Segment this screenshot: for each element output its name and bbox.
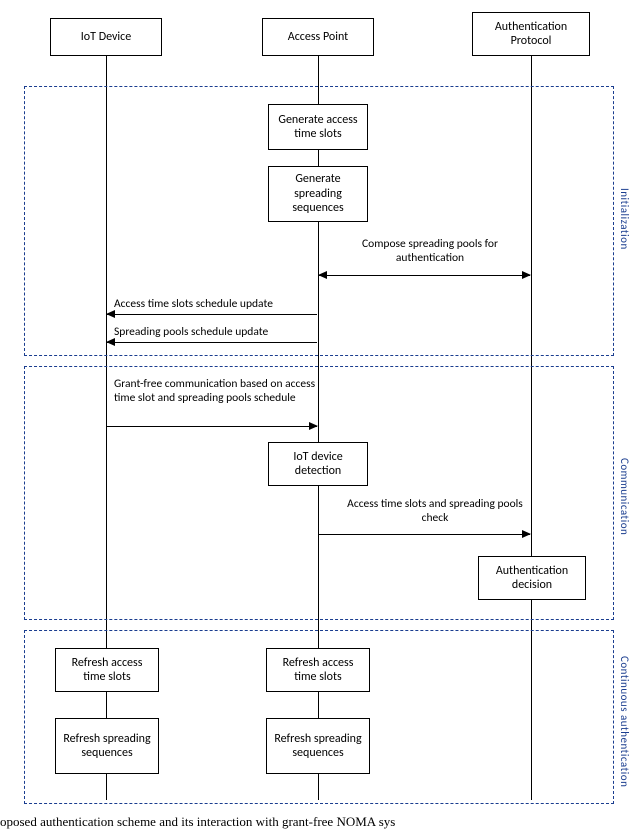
- step-text: Refresh spreading sequences: [60, 732, 154, 761]
- step-text: Refresh access time slots: [60, 656, 154, 685]
- step-refresh-seq-iot: Refresh spreading sequences: [55, 718, 159, 774]
- arrowhead-left-icon: [318, 271, 327, 279]
- step-text: Refresh spreading sequences: [271, 732, 365, 761]
- actor-auth: Authentication Protocol: [472, 12, 590, 56]
- phase-label-cont: Continuous authentication: [618, 656, 631, 787]
- actor-ap: Access Point: [262, 18, 374, 56]
- msg-pools-check: Access time slots and spreading pools ch…: [340, 498, 530, 526]
- step-text: Generate spreading sequences: [273, 172, 363, 215]
- step-text: IoT device detection: [273, 450, 363, 479]
- phase-label-comm: Communication: [618, 458, 631, 535]
- phase-label-init: Initialization: [618, 188, 631, 250]
- step-text: Generate access time slots: [273, 113, 363, 142]
- step-refresh-slots-iot: Refresh access time slots: [55, 648, 159, 692]
- step-refresh-slots-ap: Refresh access time slots: [266, 648, 370, 692]
- msg-pools-update: Spreading pools schedule update: [114, 326, 334, 340]
- arrow-pools-check: [319, 534, 530, 535]
- step-iot-detect: IoT device detection: [268, 442, 368, 486]
- step-text: Refresh access time slots: [271, 656, 365, 685]
- arrowhead-right-icon: [522, 271, 531, 279]
- step-generate-seq: Generate spreading sequences: [268, 166, 368, 222]
- arrowhead-right-icon: [522, 530, 531, 538]
- arrowhead-right-icon: [309, 422, 318, 430]
- actor-label: Access Point: [288, 30, 348, 44]
- actor-label: Authentication Protocol: [477, 20, 585, 49]
- msg-compose: Compose spreading pools for authenticati…: [330, 238, 530, 266]
- arrow-pools-update: [107, 342, 317, 343]
- figure-caption: oposed authentication scheme and its int…: [0, 814, 640, 830]
- actor-label: IoT Device: [81, 30, 131, 44]
- sequence-diagram: IoT Device Access Point Authentication P…: [0, 0, 640, 833]
- arrow-slots-update: [107, 314, 317, 315]
- step-auth-decision: Authentication decision: [478, 556, 586, 600]
- step-generate-slots: Generate access time slots: [268, 104, 368, 150]
- msg-slots-update: Access time slots schedule update: [114, 298, 334, 312]
- actor-iot: IoT Device: [50, 18, 162, 56]
- step-refresh-seq-ap: Refresh spreading sequences: [266, 718, 370, 774]
- arrow-grant-free: [107, 426, 317, 427]
- msg-grant-free: Grant-free communication based on access…: [114, 378, 324, 406]
- step-text: Authentication decision: [483, 564, 581, 593]
- arrow-compose: [319, 275, 530, 276]
